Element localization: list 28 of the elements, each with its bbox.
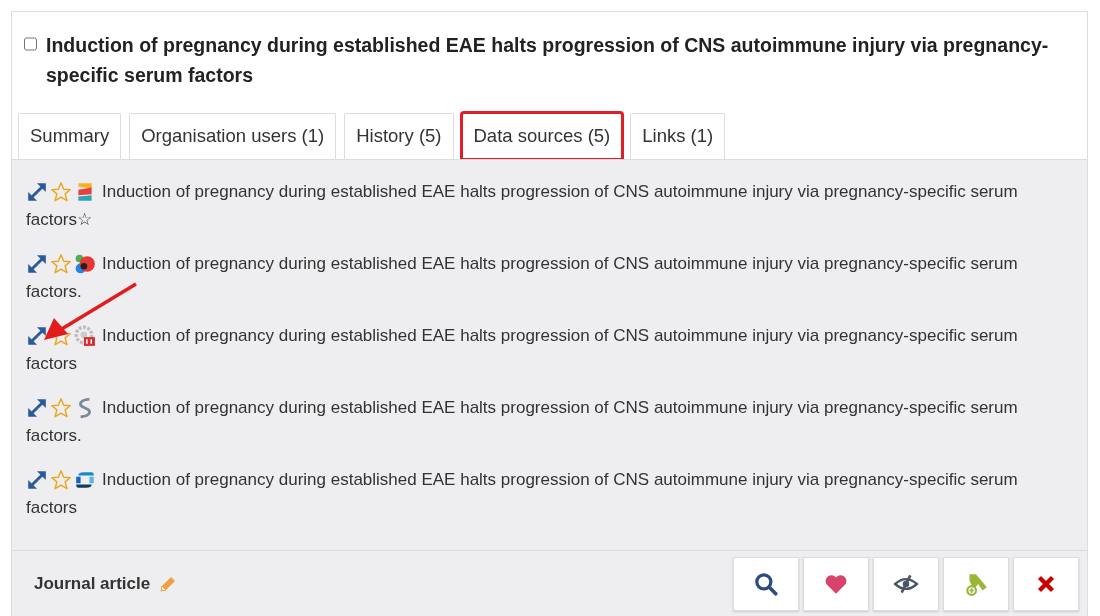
star-icon[interactable]	[50, 253, 72, 275]
type-label: Journal article	[34, 574, 151, 594]
delete-button[interactable]	[1013, 557, 1079, 611]
expand-icon[interactable]	[26, 469, 48, 491]
source-title[interactable]: Induction of pregnancy during established EAE halts progression of CNS autoimmune injury via pregnancy-specific serum factors☆	[26, 178, 1027, 234]
record-title: Induction of pregnancy during established EAE halts progression of CNS autoimmune injury via pregnancy-specific serum factors	[46, 33, 1050, 88]
source-title[interactable]: Induction of pregnancy during established EAE halts progression of CNS autoimmune injury via pregnancy-specific serum factors.	[26, 250, 1027, 306]
search-button[interactable]	[733, 557, 799, 611]
favourite-button[interactable]	[803, 557, 869, 611]
expand-icon[interactable]	[26, 253, 48, 275]
tab[interactable]: Summary	[18, 113, 122, 159]
star-icon[interactable]	[50, 397, 72, 419]
tab[interactable]: History (5)	[344, 113, 454, 159]
tab[interactable]: Links (1)	[630, 113, 726, 159]
hide-button[interactable]	[873, 557, 939, 611]
source-title[interactable]: Induction of pregnancy during established EAE halts progression of CNS autoimmune injury via pregnancy-specific serum factors	[26, 466, 1027, 522]
source-title[interactable]: Induction of pregnancy during established EAE halts progression of CNS autoimmune injury via pregnancy-specific serum factors.	[26, 394, 1027, 450]
bookmark-plus-icon	[963, 571, 989, 597]
tab[interactable]: Organisation users (1)	[129, 113, 337, 159]
star-icon[interactable]	[50, 469, 72, 491]
select-checkbox[interactable]	[24, 37, 37, 51]
search-icon	[753, 571, 779, 597]
expand-icon[interactable]	[26, 181, 48, 203]
source-title[interactable]: Induction of pregnancy during established EAE halts progression of CNS autoimmune injury via pregnancy-specific serum factors	[26, 322, 1027, 378]
tab[interactable]: Data sources (5)	[461, 113, 623, 159]
expand-icon[interactable]	[26, 397, 48, 419]
star-icon[interactable]	[50, 181, 72, 203]
expand-icon[interactable]	[26, 325, 48, 347]
